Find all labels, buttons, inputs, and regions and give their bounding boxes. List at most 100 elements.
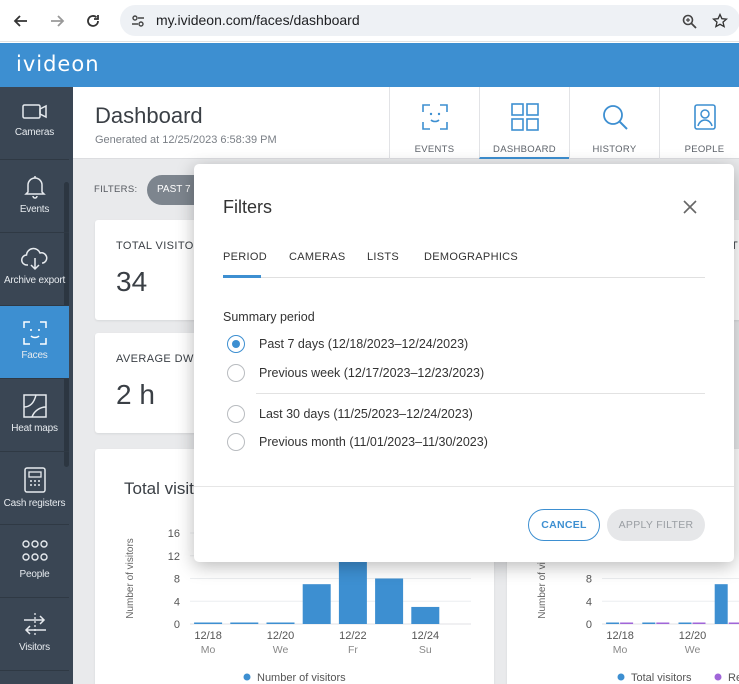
sidebar-item-label: Heat maps — [11, 423, 58, 434]
bar-total-visitors — [642, 622, 656, 624]
option-divider — [256, 393, 705, 394]
generated-timestamp: Generated at 12/25/2023 6:58:39 PM — [95, 134, 277, 146]
legend-marker — [617, 673, 625, 681]
brand-logo[interactable]: ivideon — [16, 52, 100, 76]
bar-re — [620, 622, 634, 624]
bar-number-of-visitors — [266, 622, 295, 624]
dialog-tabs: PERIOD CAMERAS LISTS DEMOGRAPHICS — [223, 248, 705, 278]
url-text: my.ivideon.com/faces/dashboard — [156, 12, 360, 28]
x-tick-label: 12/20 — [679, 630, 707, 642]
tab-label: PEOPLE — [684, 144, 725, 155]
tab-period[interactable]: PERIOD — [223, 251, 267, 278]
search-icon — [602, 105, 628, 130]
filters-label: FILTERS: — [94, 184, 138, 195]
heat-map-icon — [22, 394, 47, 418]
bar-number-of-visitors — [338, 561, 367, 624]
y-tick-label: 0 — [174, 619, 180, 631]
radio-label: Past 7 days (12/18/2023–12/24/2023) — [259, 337, 469, 351]
sidebar-item-label: Visitors — [18, 642, 50, 653]
x-tick-day-label: We — [685, 644, 701, 656]
bar-re — [656, 622, 670, 624]
sidebar-item-cash-registers[interactable]: Cash registers — [0, 452, 69, 525]
sidebar-item-faces[interactable]: Faces — [0, 306, 69, 379]
forward-arrow-icon[interactable] — [45, 9, 69, 33]
bar-number-of-visitors — [194, 622, 223, 624]
sidebar: Cameras Events Archive export Faces Heat… — [0, 87, 73, 684]
sidebar-item-label: Cameras — [14, 127, 55, 138]
sidebar-item-label: Events — [19, 204, 50, 215]
bar-number-of-visitors — [230, 622, 259, 624]
radio-button[interactable] — [227, 335, 245, 353]
bar-re — [692, 622, 706, 624]
x-tick-label: 12/18 — [194, 630, 222, 642]
sidebar-item-people[interactable]: People — [0, 525, 69, 598]
y-tick-label: 16 — [168, 528, 180, 540]
page-title: Dashboard — [95, 103, 203, 128]
radio-button[interactable] — [227, 405, 245, 423]
face-scan-icon — [421, 104, 448, 130]
cash-register-icon — [23, 467, 46, 493]
x-tick-day-label: Fr — [348, 644, 358, 656]
legend-marker — [243, 673, 251, 681]
y-tick-label: 12 — [168, 551, 180, 563]
radio-button[interactable] — [227, 433, 245, 451]
sidebar-item-label: Cash registers — [3, 498, 66, 509]
app-header: ivideon — [0, 43, 739, 87]
sidebar-item-cameras[interactable]: Cameras — [0, 87, 69, 160]
card-value: 2 h — [116, 379, 155, 410]
tab-people[interactable]: PEOPLE — [659, 87, 739, 159]
y-tick-label: 4 — [586, 596, 592, 608]
x-tick-day-label: We — [273, 644, 289, 656]
cancel-button[interactable]: CANCEL — [528, 509, 600, 541]
y-tick-label: 8 — [586, 574, 592, 586]
dialog-footer-divider — [194, 486, 734, 487]
tab-demographics[interactable]: DEMOGRAPHICS — [424, 251, 518, 278]
sidebar-item-visitors[interactable]: Visitors — [0, 598, 69, 671]
radio-label: Previous week (12/17/2023–12/23/2023) — [259, 366, 485, 380]
back-arrow-icon[interactable] — [9, 9, 33, 33]
tab-dashboard[interactable]: DASHBOARD — [479, 87, 569, 159]
x-tick-label: 12/20 — [267, 630, 295, 642]
dashboard-grid-icon — [510, 103, 539, 131]
legend-label: Total visitors — [631, 672, 692, 684]
tab-label: EVENTS — [414, 144, 455, 155]
sidebar-item-label: People — [19, 569, 50, 580]
tab-label: DASHBOARD — [493, 144, 556, 155]
close-icon[interactable] — [681, 198, 699, 216]
bookmark-star-icon[interactable] — [711, 12, 729, 30]
y-tick-label: 8 — [174, 574, 180, 586]
sidebar-item-archive-export[interactable]: Archive export — [0, 233, 69, 306]
dashboard-topbar: Dashboard Generated at 12/25/2023 6:58:3… — [73, 87, 739, 159]
sidebar-item-events[interactable]: Events — [0, 160, 69, 233]
bar-total-visitors — [678, 622, 692, 624]
x-tick-label: 12/22 — [339, 630, 367, 642]
cloud-download-icon — [20, 247, 47, 271]
face-scan-icon — [22, 321, 47, 345]
dialog-title: Filters — [223, 197, 272, 217]
tab-label: HISTORY — [592, 144, 637, 155]
x-tick-day-label: Su — [419, 644, 432, 656]
tab-events[interactable]: EVENTS — [389, 87, 479, 159]
zoom-icon[interactable] — [680, 12, 698, 30]
x-tick-day-label: Mo — [201, 644, 216, 656]
legend-marker — [714, 673, 722, 681]
bell-icon — [23, 176, 46, 199]
address-bar[interactable]: my.ivideon.com/faces/dashboard — [120, 5, 739, 36]
x-tick-label: 12/18 — [606, 630, 634, 642]
sidebar-item-heat-maps[interactable]: Heat maps — [0, 379, 69, 452]
radio-button[interactable] — [227, 364, 245, 382]
tab-cameras[interactable]: CAMERAS — [289, 251, 346, 278]
y-tick-label: 0 — [586, 619, 592, 631]
reload-icon[interactable] — [81, 9, 105, 33]
sidebar-item-label: Archive export — [3, 275, 66, 286]
filters-dialog: Filters PERIOD CAMERAS LISTS DEMOGRAPHIC… — [194, 164, 734, 562]
people-icon — [21, 540, 48, 561]
browser-toolbar: my.ivideon.com/faces/dashboard — [0, 0, 739, 42]
bar-number-of-visitors — [302, 584, 331, 624]
tab-lists[interactable]: LISTS — [367, 251, 399, 278]
site-settings-icon[interactable] — [129, 12, 147, 30]
tab-history[interactable]: HISTORY — [569, 87, 659, 159]
bar-number-of-visitors — [375, 578, 404, 624]
apply-filter-button[interactable]: APPLY FILTER — [607, 509, 705, 541]
legend-label: Re — [728, 672, 739, 684]
